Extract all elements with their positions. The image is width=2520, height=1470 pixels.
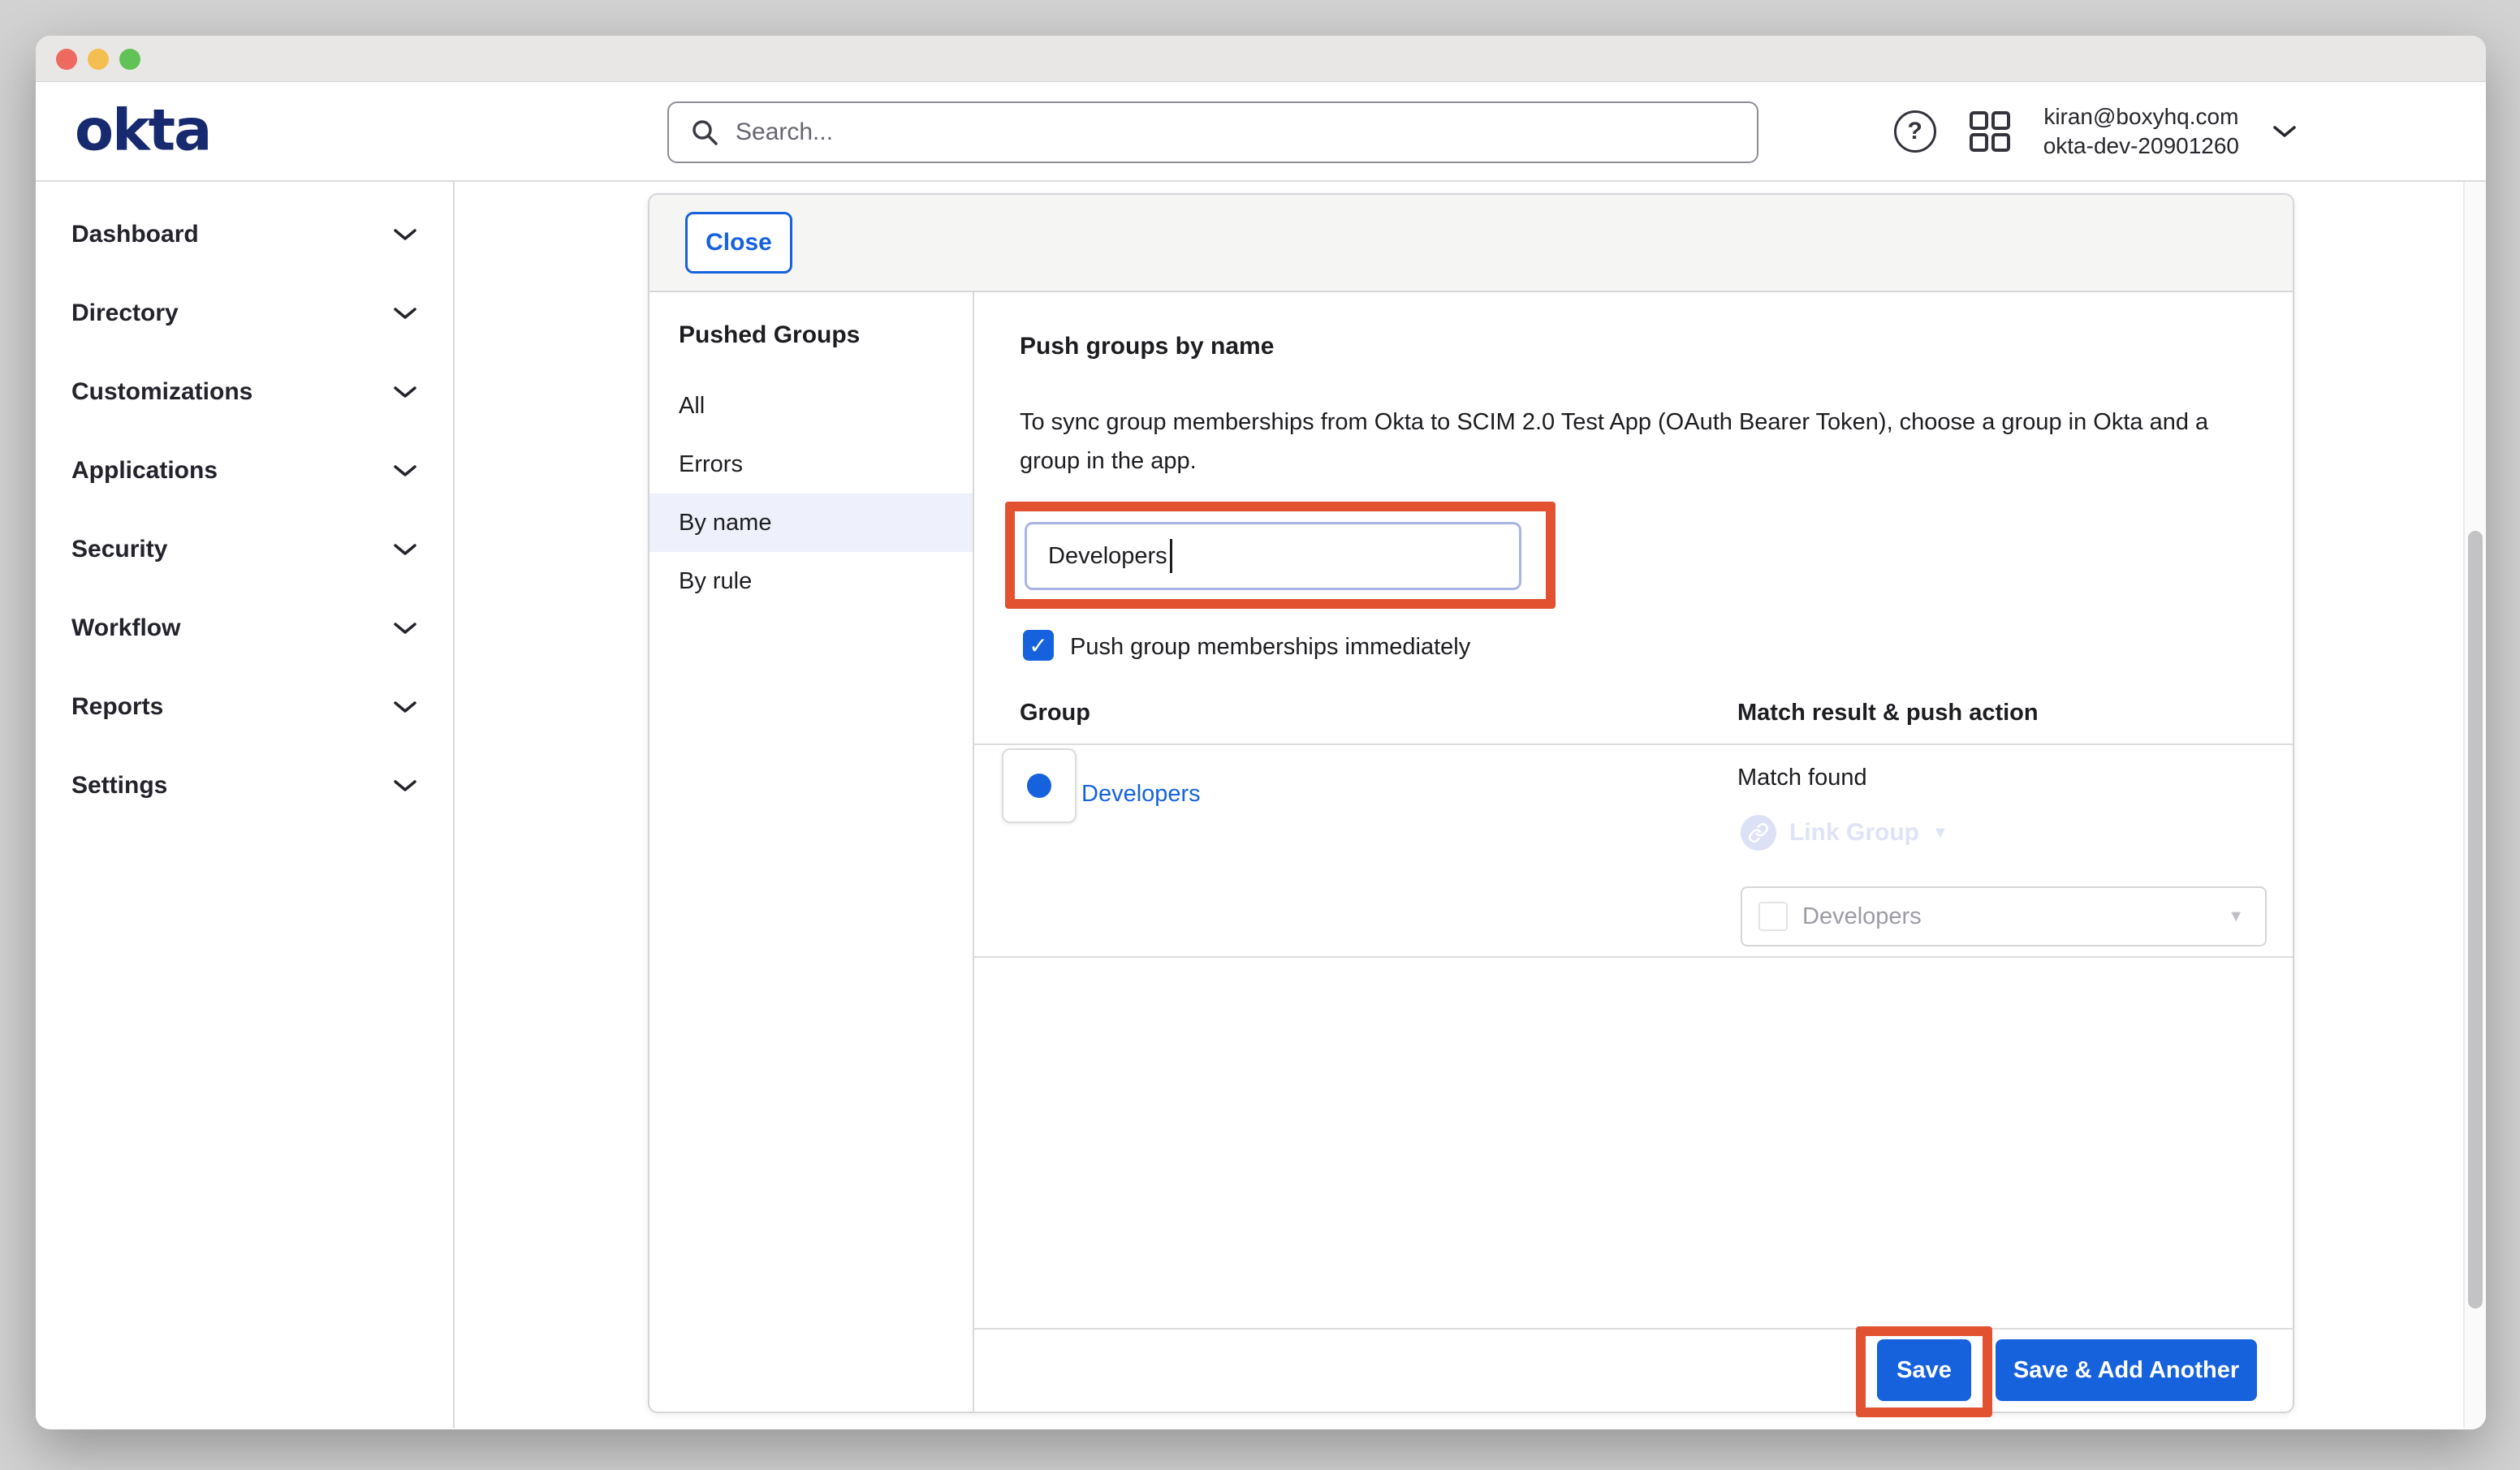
pushed-groups-tab-all[interactable]: All (649, 377, 973, 435)
description-text: To sync group memberships from Okta to S… (1020, 403, 2237, 481)
app-body: Dashboard Directory Customizations Appli… (36, 182, 2486, 1428)
sidebar-item-workflow[interactable]: Workflow (36, 588, 453, 667)
push-immediately-label: Push group memberships immediately (1070, 634, 1470, 661)
sidebar-item-settings[interactable]: Settings (36, 746, 453, 825)
text-cursor (1170, 539, 1172, 573)
checkmark-icon: ✓ (1029, 632, 1047, 659)
vertical-scrollbar[interactable] (2463, 182, 2486, 1428)
header-right-cluster: ? kiran@boxyhq.com okta-dev-20901260 (1894, 82, 2298, 180)
main-content-area: Close Pushed Groups All Errors By name B… (455, 182, 2486, 1428)
save-and-add-another-button[interactable]: Save & Add Another (1996, 1339, 2257, 1401)
pushed-groups-tab-errors[interactable]: Errors (649, 435, 973, 494)
window-titlebar (36, 36, 2486, 82)
zoom-window-icon[interactable] (119, 49, 140, 70)
group-search-input[interactable]: Developers (1025, 522, 1521, 590)
pushed-groups-tab-by-name[interactable]: By name (649, 494, 973, 552)
search-icon (688, 116, 721, 149)
chevron-down-icon (393, 621, 417, 636)
push-by-name-content: Push groups by name To sync group member… (974, 292, 2293, 1412)
push-groups-panel: Close Pushed Groups All Errors By name B… (648, 193, 2294, 1413)
page-title: Push groups by name (1020, 333, 1274, 360)
chevron-down-icon (393, 463, 417, 478)
group-avatar (1002, 748, 1077, 823)
table-header-divider (974, 744, 2293, 745)
scrollbar-thumb[interactable] (2468, 531, 2483, 1308)
user-org: okta-dev-20901260 (2043, 131, 2239, 161)
chevron-down-icon (393, 778, 417, 793)
sidebar-item-applications[interactable]: Applications (36, 431, 453, 510)
pushed-groups-nav: Pushed Groups All Errors By name By rule (649, 292, 974, 1412)
chevron-down-icon (393, 227, 417, 242)
chevron-down-icon (393, 700, 417, 714)
search-input[interactable]: Search... (667, 101, 1758, 163)
pushed-groups-title: Pushed Groups (679, 321, 860, 349)
sidebar-nav: Dashboard Directory Customizations Appli… (36, 182, 455, 1428)
link-group-caret-icon: ▼ (1932, 824, 1948, 843)
okta-logo: okta (75, 101, 210, 158)
user-email: kiran@boxyhq.com (2043, 102, 2239, 131)
chevron-down-icon (393, 306, 417, 321)
link-icon (1741, 815, 1776, 851)
push-immediately-checkbox[interactable]: ✓ (1023, 630, 1054, 661)
column-header-group: Group (1020, 700, 1090, 726)
sidebar-item-customizations[interactable]: Customizations (36, 352, 453, 431)
sidebar-item-reports[interactable]: Reports (36, 667, 453, 746)
link-group-label: Link Group (1789, 819, 1919, 847)
panel-header: Close (649, 195, 2293, 292)
group-search-value: Developers (1048, 543, 1167, 570)
search-placeholder: Search... (736, 119, 833, 146)
browser-window: okta Search... ? kiran@box (36, 36, 2486, 1429)
group-name-link[interactable]: Developers (1081, 781, 1201, 808)
apps-grid-icon[interactable] (1969, 110, 2011, 153)
app-group-dropdown[interactable]: Developers ▼ (1741, 886, 2267, 946)
group-circle-icon (1027, 774, 1051, 798)
save-button[interactable]: Save (1877, 1339, 1971, 1401)
sidebar-item-directory[interactable]: Directory (36, 274, 453, 352)
link-group-button[interactable]: Link Group ▼ (1741, 815, 1948, 851)
help-icon[interactable]: ? (1894, 110, 1936, 153)
user-menu-chevron-down-icon[interactable] (2272, 123, 2298, 140)
pushed-groups-tab-by-rule[interactable]: By rule (649, 552, 973, 610)
dropdown-caret-icon: ▼ (2228, 907, 2244, 926)
footer-divider (974, 1328, 2293, 1330)
app-header: okta Search... ? kiran@box (36, 82, 2486, 182)
close-button[interactable]: Close (685, 212, 792, 274)
sidebar-item-dashboard[interactable]: Dashboard (36, 195, 453, 274)
close-window-icon[interactable] (56, 49, 77, 70)
chevron-down-icon (393, 385, 417, 399)
table-row-divider (974, 956, 2293, 958)
column-header-match: Match result & push action (1737, 700, 2039, 726)
user-account-menu[interactable]: kiran@boxyhq.com okta-dev-20901260 (2043, 102, 2239, 161)
app-group-value: Developers (1802, 903, 2228, 930)
minimize-window-icon[interactable] (88, 49, 109, 70)
match-result-text: Match found (1737, 765, 1867, 791)
app-group-placeholder-icon (1758, 902, 1788, 931)
sidebar-item-security[interactable]: Security (36, 510, 453, 588)
chevron-down-icon (393, 542, 417, 557)
